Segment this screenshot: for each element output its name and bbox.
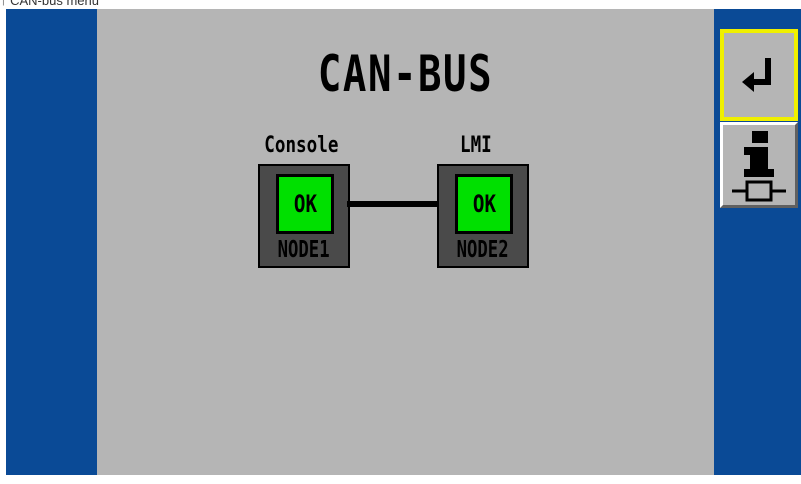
- page-title: CAN-BUS: [317, 45, 494, 103]
- bus-connection-line: [347, 201, 439, 207]
- node2-status: OK: [455, 174, 513, 234]
- node-info-button[interactable]: [720, 122, 798, 208]
- return-arrow-icon: [742, 58, 771, 92]
- main-panel: CAN-BUS Console OK NODE1 LMI OK NODE2: [97, 9, 714, 475]
- node1-name: NODE1: [278, 237, 330, 263]
- return-button[interactable]: [720, 29, 798, 121]
- node1-label: Console: [264, 133, 339, 158]
- info-node-icon: [732, 131, 786, 202]
- node2-name: NODE2: [457, 237, 509, 263]
- node1-box[interactable]: OK NODE1: [258, 164, 350, 268]
- node2-box[interactable]: OK NODE2: [437, 164, 529, 268]
- node2-label: LMI: [459, 133, 492, 158]
- caption: ↑ CAN-bus menu: [0, 0, 99, 8]
- node1-status: OK: [276, 174, 334, 234]
- can-bus-screen: CAN-BUS Console OK NODE1 LMI OK NODE2: [6, 9, 801, 475]
